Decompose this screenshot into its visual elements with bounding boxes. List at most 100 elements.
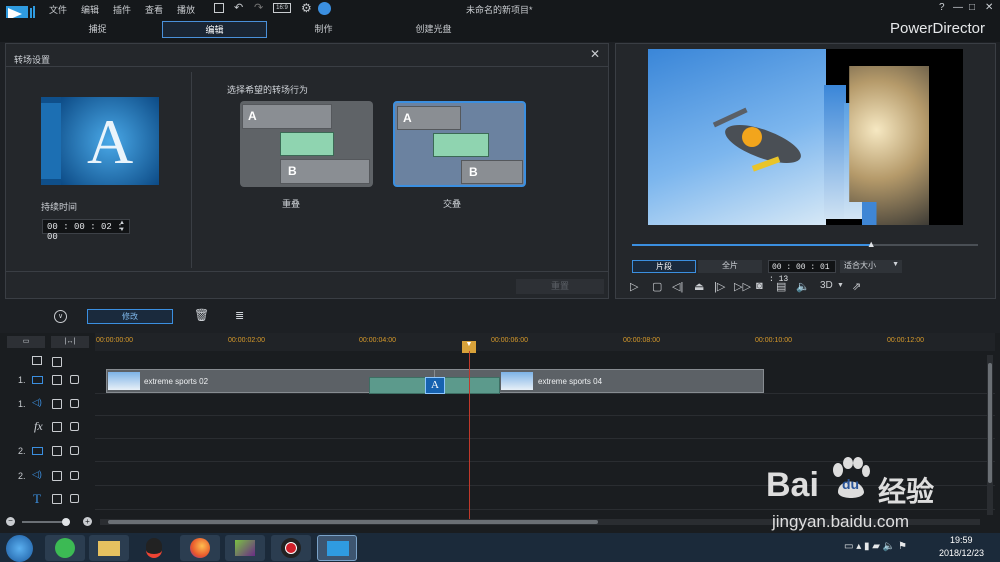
option-crossfade[interactable]: A B bbox=[393, 101, 526, 187]
menu-file[interactable]: 文件 bbox=[49, 3, 67, 16]
tab-edit[interactable]: 编辑 bbox=[162, 21, 267, 38]
subtitle-icon[interactable]: ▤ bbox=[776, 280, 786, 293]
duration-field[interactable]: 00 : 00 : 02 : 00 ▲ ▼ bbox=[42, 219, 130, 242]
lock-icon[interactable] bbox=[70, 494, 79, 503]
tab-produce[interactable]: 制作 bbox=[271, 21, 376, 38]
3d-chevron-icon[interactable]: ▼ bbox=[837, 282, 844, 289]
tab-create-disc[interactable]: 创建光盘 bbox=[381, 21, 486, 38]
ruler-tick: 00:00:00:00 bbox=[96, 337, 133, 344]
video-track-icon bbox=[32, 447, 43, 455]
transition-marker[interactable]: A bbox=[425, 377, 445, 394]
track-enable-checkbox[interactable] bbox=[52, 399, 62, 409]
help-button[interactable]: ? bbox=[939, 2, 945, 13]
taskbar-qq-icon[interactable] bbox=[134, 535, 174, 561]
preview-timecode[interactable]: 00 : 00 : 01 : 13 bbox=[768, 260, 836, 284]
start-button[interactable] bbox=[6, 535, 33, 562]
taskbar-media-icon[interactable] bbox=[225, 535, 265, 561]
prev-frame-icon[interactable]: ◁| bbox=[672, 280, 683, 293]
redo-icon[interactable]: ↷ bbox=[254, 1, 263, 14]
preview-scrubber-handle[interactable]: ▲ bbox=[867, 239, 876, 249]
panel-title: 转场设置 bbox=[14, 55, 51, 65]
minimize-button[interactable]: — bbox=[953, 2, 963, 13]
volume-icon[interactable]: 🔈 bbox=[796, 280, 810, 293]
chevron-down-icon: ▼ bbox=[892, 261, 899, 268]
taskbar-360-icon[interactable] bbox=[45, 535, 85, 561]
tab-movie-mode[interactable]: 全片 bbox=[698, 260, 762, 273]
undo-icon[interactable]: ↶ bbox=[234, 1, 243, 14]
preview-scrubber-track[interactable]: ▲ bbox=[632, 239, 978, 249]
lane-audio-1[interactable] bbox=[95, 394, 995, 416]
save-icon[interactable] bbox=[214, 3, 224, 13]
option-overlap[interactable]: A B bbox=[240, 101, 373, 187]
fit-timeline-button[interactable]: |↔| bbox=[51, 336, 89, 348]
transition-thumbnail: A bbox=[41, 97, 159, 185]
transition-settings-panel: 转场设置 ✕ A 持续时间 00 : 00 : 02 : 00 ▲ ▼ 选择希望的… bbox=[5, 43, 609, 299]
menu-view[interactable]: 查看 bbox=[145, 3, 163, 16]
video-track-icon bbox=[32, 376, 43, 384]
lock-icon[interactable] bbox=[70, 422, 79, 431]
zoom-slider[interactable] bbox=[22, 518, 70, 526]
timeline-ruler[interactable]: 00:00:00:00 00:00:02:00 00:00:04:00 00:0… bbox=[95, 333, 995, 351]
lock-icon[interactable] bbox=[70, 446, 79, 455]
menu-plugins[interactable]: 插件 bbox=[113, 3, 131, 16]
brand-label: PowerDirector bbox=[890, 20, 986, 37]
fast-forward-icon[interactable]: ▷▷ bbox=[734, 280, 751, 293]
clip-thumbnail bbox=[108, 372, 140, 390]
track-enable-checkbox[interactable] bbox=[52, 446, 62, 456]
track-view-button[interactable]: ▭ bbox=[7, 336, 45, 348]
track-enable-checkbox[interactable] bbox=[52, 375, 62, 385]
track-all-checkbox[interactable] bbox=[52, 357, 62, 367]
tab-capture[interactable]: 捕捉 bbox=[45, 21, 150, 38]
stop-icon[interactable]: ▢ bbox=[652, 280, 662, 293]
tab-clip-mode[interactable]: 片段 bbox=[632, 260, 696, 273]
taskbar-powerdirector-icon[interactable] bbox=[317, 535, 357, 561]
preview-skydiver bbox=[708, 99, 818, 189]
expand-circle-icon[interactable]: ∨ bbox=[54, 310, 67, 323]
horizontal-scroll-thumb[interactable] bbox=[108, 520, 598, 524]
undock-icon[interactable]: ⇗ bbox=[852, 280, 861, 293]
tray-icons[interactable]: ▭ ▴ ▮ ▰ 🔈 ⚑ bbox=[844, 541, 907, 552]
ruler-tick: 00:00:02:00 bbox=[228, 337, 265, 344]
track-enable-checkbox[interactable] bbox=[52, 471, 62, 481]
reset-button[interactable]: 重置 bbox=[516, 279, 604, 294]
account-icon[interactable] bbox=[318, 2, 331, 15]
lock-icon[interactable] bbox=[70, 471, 79, 480]
taskbar-explorer-icon[interactable] bbox=[89, 535, 129, 561]
3d-toggle[interactable]: 3D bbox=[820, 280, 833, 291]
close-button[interactable]: ✕ bbox=[985, 2, 993, 13]
menu-play[interactable]: 播放 bbox=[177, 3, 195, 16]
taskbar-recorder-icon[interactable] bbox=[271, 535, 311, 561]
lock-icon[interactable] bbox=[70, 375, 79, 384]
lock-icon[interactable] bbox=[70, 399, 79, 408]
title-track-icon: T bbox=[33, 491, 41, 506]
zoom-fit-select[interactable]: 适合大小 ▼ bbox=[840, 260, 902, 273]
ruler-tick: 00:00:10:00 bbox=[755, 337, 792, 344]
lane-fx[interactable] bbox=[95, 417, 995, 439]
duration-label: 持续时间 bbox=[41, 202, 78, 212]
mark-icon[interactable]: ⏏ bbox=[694, 280, 704, 293]
zoom-out-icon[interactable]: − bbox=[6, 517, 15, 526]
menu-edit[interactable]: 编辑 bbox=[81, 3, 99, 16]
select-all-icon[interactable] bbox=[32, 356, 42, 365]
track-enable-checkbox[interactable] bbox=[52, 422, 62, 432]
more-options-icon[interactable]: ≣ bbox=[235, 309, 244, 322]
next-frame-icon[interactable]: |▷ bbox=[714, 280, 725, 293]
maximize-button[interactable]: □ bbox=[969, 2, 975, 13]
duration-stepper[interactable]: ▲ ▼ bbox=[119, 220, 125, 234]
settings-icon[interactable]: ⚙ bbox=[301, 1, 312, 15]
play-icon[interactable]: ▷ bbox=[630, 280, 638, 293]
aspect-ratio-icon[interactable]: 16:9 bbox=[273, 3, 291, 13]
snapshot-icon[interactable]: ◙ bbox=[756, 280, 763, 292]
title-bar: 文件 编辑 插件 查看 播放 ↶ ↷ 16:9 ⚙ 未命名的新项目* ? — □… bbox=[0, 0, 1000, 22]
trash-icon[interactable]: 🗑 bbox=[194, 308, 209, 322]
taskbar-firefox-icon[interactable] bbox=[180, 535, 220, 561]
ruler-tick: 00:00:12:00 bbox=[887, 337, 924, 344]
behavior-label: 选择希望的转场行为 bbox=[227, 85, 309, 95]
zoom-in-icon[interactable]: + bbox=[83, 517, 92, 526]
track-enable-checkbox[interactable] bbox=[52, 494, 62, 504]
fx-track-icon: fx bbox=[34, 419, 43, 433]
close-icon[interactable]: ✕ bbox=[590, 47, 600, 61]
watermark-url: jingyan.baidu.com bbox=[772, 512, 910, 531]
modify-button[interactable]: 修改 bbox=[87, 309, 173, 324]
zoom-slider-handle[interactable] bbox=[62, 518, 70, 526]
